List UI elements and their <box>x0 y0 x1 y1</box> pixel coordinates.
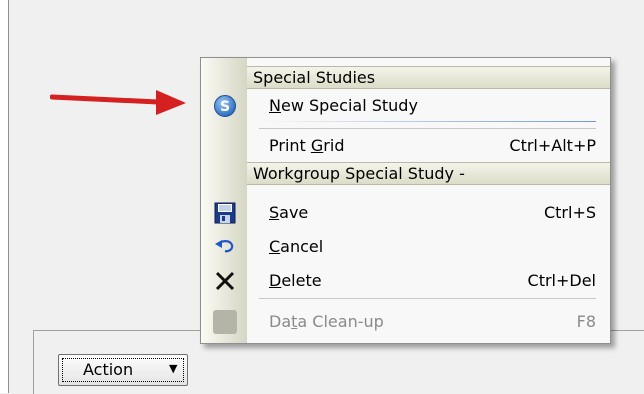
red-arrow-annotation <box>50 90 186 115</box>
menu-item-delete[interactable]: Delete Ctrl+Del <box>201 264 610 298</box>
menu-item-label: New Special Study <box>269 96 418 115</box>
menu-item-data-clean-up[interactable]: Data Clean-up F8 <box>201 305 610 339</box>
action-button-label: Action <box>83 360 134 379</box>
menu-item-shortcut: Ctrl+Del <box>527 271 596 290</box>
action-dropdown-button[interactable]: Action ▼ <box>58 354 188 386</box>
menu-item-label: Print Grid <box>269 136 345 155</box>
menu-item-shortcut: F8 <box>576 312 596 331</box>
delete-icon <box>215 271 235 291</box>
menu-section-header-special-studies: Special Studies <box>247 66 610 89</box>
clean-up-icon <box>213 310 237 334</box>
menu-item-cancel[interactable]: Cancel <box>201 230 610 264</box>
menu-separator <box>259 298 596 299</box>
menu-item-label: Data Clean-up <box>269 312 384 331</box>
menu-item-print-grid[interactable]: Print Grid Ctrl+Alt+P <box>201 129 610 163</box>
menu-item-label: Save <box>269 203 309 222</box>
menu-item-shortcut: Ctrl+Alt+P <box>509 136 596 155</box>
left-panel-border <box>0 0 9 393</box>
special-study-icon: S <box>214 95 236 117</box>
menu-item-label: Cancel <box>269 237 324 256</box>
menu-item-label: Delete <box>269 271 322 290</box>
menu-item-new-special-study[interactable]: S New Special Study <box>201 89 610 123</box>
menu-item-shortcut: Ctrl+S <box>543 203 596 222</box>
undo-icon <box>215 240 234 253</box>
context-menu: Special Studies S New Special Study Prin… <box>200 57 611 344</box>
svg-text:S: S <box>220 99 230 115</box>
menu-item-save[interactable]: Save Ctrl+S <box>201 196 610 230</box>
save-icon <box>214 202 236 224</box>
menu-highlight-accent <box>259 121 596 122</box>
dropdown-caret-icon: ▼ <box>169 362 178 375</box>
menu-section-header-workgroup: Workgroup Special Study - <box>247 162 610 185</box>
